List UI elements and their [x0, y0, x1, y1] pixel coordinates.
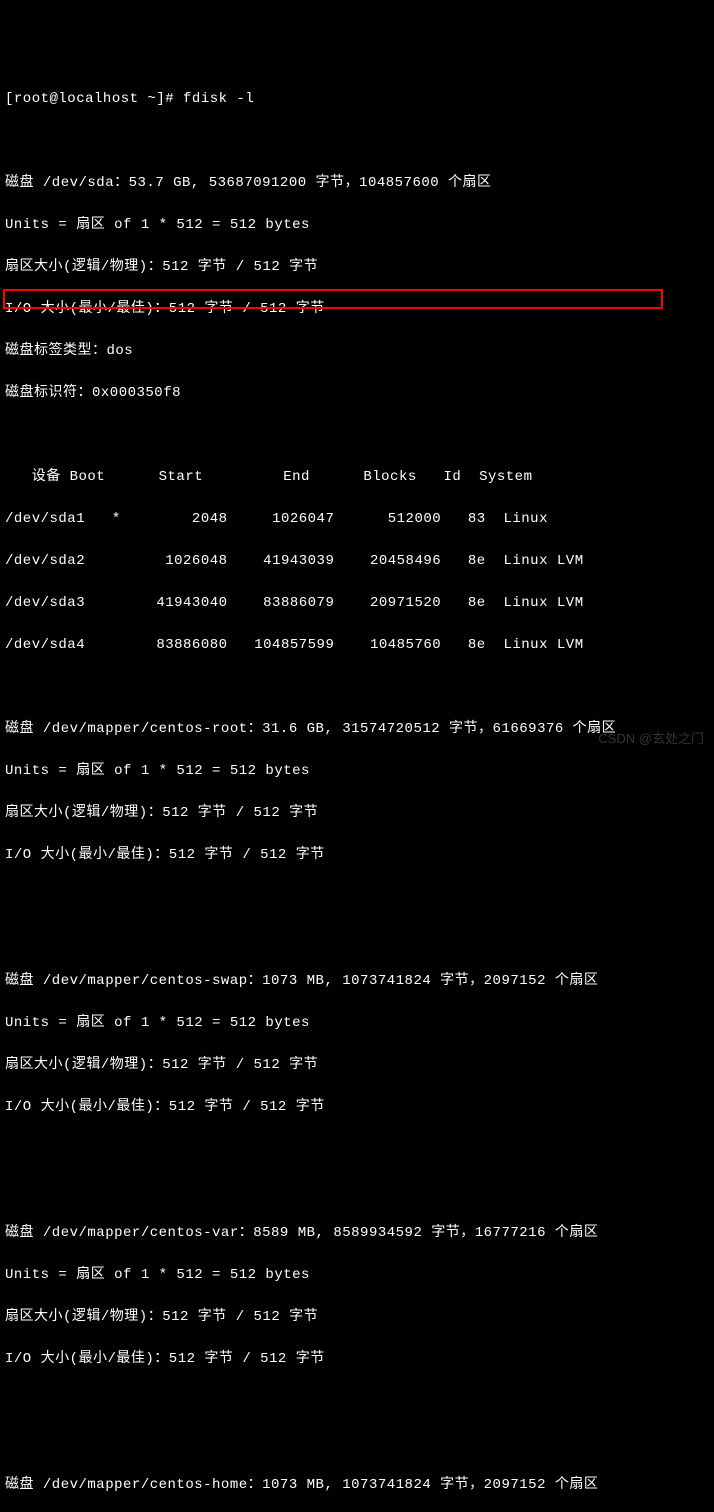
partition-row-sda3: /dev/sda3 41943040 83886079 20971520 8e … — [5, 593, 709, 614]
blank-line — [5, 1139, 709, 1160]
blank-line — [5, 677, 709, 698]
disk-sda-io: I/O 大小(最小/最佳)：512 字节 / 512 字节 — [5, 299, 709, 320]
disk-swap-sector: 扇区大小(逻辑/物理)：512 字节 / 512 字节 — [5, 1055, 709, 1076]
disk-var-io: I/O 大小(最小/最佳)：512 字节 / 512 字节 — [5, 1349, 709, 1370]
watermark: CSDN @玄处之门 — [598, 729, 704, 749]
disk-var-info: 磁盘 /dev/mapper/centos-var：8589 MB, 85899… — [5, 1223, 709, 1244]
disk-swap-io: I/O 大小(最小/最佳)：512 字节 / 512 字节 — [5, 1097, 709, 1118]
disk-var-sector: 扇区大小(逻辑/物理)：512 字节 / 512 字节 — [5, 1307, 709, 1328]
disk-swap-units: Units = 扇区 of 1 * 512 = 512 bytes — [5, 1013, 709, 1034]
disk-root-units: Units = 扇区 of 1 * 512 = 512 bytes — [5, 761, 709, 782]
disk-sda-label: 磁盘标签类型：dos — [5, 341, 709, 362]
partition-row-sda2: /dev/sda2 1026048 41943039 20458496 8e L… — [5, 551, 709, 572]
partition-row-sda4: /dev/sda4 83886080 104857599 10485760 8e… — [5, 635, 709, 656]
partition-header: 设备 Boot Start End Blocks Id System — [5, 467, 709, 488]
blank-line — [5, 1181, 709, 1202]
blank-line — [5, 1433, 709, 1454]
partition-row-sda1: /dev/sda1 * 2048 1026047 512000 83 Linux — [5, 509, 709, 530]
disk-var-units: Units = 扇区 of 1 * 512 = 512 bytes — [5, 1265, 709, 1286]
command-prompt[interactable]: [root@localhost ~]# fdisk -l — [5, 89, 709, 110]
disk-sda-info: 磁盘 /dev/sda：53.7 GB, 53687091200 字节，1048… — [5, 173, 709, 194]
disk-swap-info: 磁盘 /dev/mapper/centos-swap：1073 MB, 1073… — [5, 971, 709, 992]
disk-home-info: 磁盘 /dev/mapper/centos-home：1073 MB, 1073… — [5, 1475, 709, 1496]
blank-line — [5, 887, 709, 908]
blank-line — [5, 1391, 709, 1412]
disk-sda-units: Units = 扇区 of 1 * 512 = 512 bytes — [5, 215, 709, 236]
disk-root-sector: 扇区大小(逻辑/物理)：512 字节 / 512 字节 — [5, 803, 709, 824]
disk-root-io: I/O 大小(最小/最佳)：512 字节 / 512 字节 — [5, 845, 709, 866]
disk-sda-sector: 扇区大小(逻辑/物理)：512 字节 / 512 字节 — [5, 257, 709, 278]
disk-sda-id: 磁盘标识符：0x000350f8 — [5, 383, 709, 404]
blank-line — [5, 131, 709, 152]
blank-line — [5, 425, 709, 446]
blank-line — [5, 929, 709, 950]
